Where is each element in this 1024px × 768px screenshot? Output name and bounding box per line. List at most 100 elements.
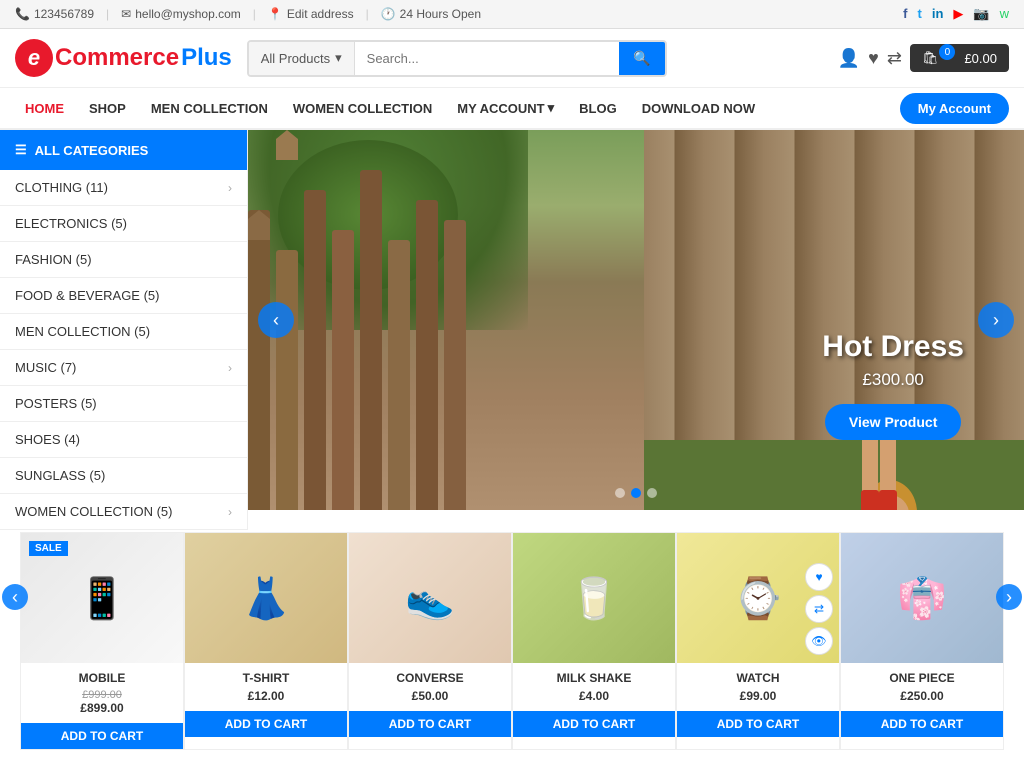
chevron-down-icon: ▾	[335, 50, 342, 66]
product-image-tshirt: 👗	[185, 533, 347, 663]
search-category-dropdown[interactable]: All Products ▾	[249, 42, 355, 75]
cart-button[interactable]: 🛍 0 £0.00	[910, 44, 1009, 72]
nav-men-collection[interactable]: MEN COLLECTION	[141, 89, 278, 128]
hero-dot-2[interactable]	[631, 488, 641, 498]
sale-badge: SALE	[29, 541, 68, 556]
hero-view-product-button[interactable]: View Product	[825, 404, 961, 440]
facebook-link[interactable]: f	[903, 6, 907, 22]
products-prev-button[interactable]: ‹	[2, 584, 28, 610]
nav-download-now[interactable]: DOWNLOAD NOW	[632, 89, 765, 128]
sidebar-header: ☰ ALL CATEGORIES	[0, 130, 247, 170]
main-content: ☰ ALL CATEGORIES CLOTHING (11) › ELECTRO…	[0, 130, 1024, 530]
product-info-converse: CONVERSE £50.00	[349, 663, 511, 711]
linkedin-link[interactable]: in	[932, 6, 944, 22]
nav-women-collection[interactable]: WOMEN COLLECTION	[283, 89, 442, 128]
dropdown-icon: ▾	[548, 100, 555, 116]
product-card-mobile[interactable]: SALE 📱 MOBILE £999.00 £899.00 ADD TO CAR…	[20, 532, 184, 750]
cart-bag-icon: 🛍	[922, 50, 939, 66]
product-image-milkshake: 🥛	[513, 533, 675, 663]
email-info: ✉ hello@myshop.com	[121, 7, 241, 21]
top-bar-left: 📞 123456789 | ✉ hello@myshop.com | 📍 Edi…	[15, 7, 481, 21]
add-to-cart-converse[interactable]: ADD TO CART	[349, 711, 511, 737]
hours-info: 🕐 24 Hours Open	[381, 7, 481, 21]
cart-amount: £0.00	[964, 51, 997, 66]
email-icon: ✉	[121, 7, 131, 21]
main-nav: HOME SHOP MEN COLLECTION WOMEN COLLECTIO…	[0, 88, 1024, 130]
sidebar-item-food-beverage[interactable]: FOOD & BEVERAGE (5)	[0, 278, 247, 314]
search-button[interactable]: 🔍	[619, 42, 664, 75]
product-name-milkshake: MILK SHAKE	[521, 671, 667, 685]
add-to-cart-watch[interactable]: ADD TO CART	[677, 711, 839, 737]
hero-next-button[interactable]: ›	[978, 302, 1014, 338]
product-info-watch: WATCH £99.00	[677, 663, 839, 711]
add-to-cart-milkshake[interactable]: ADD TO CART	[513, 711, 675, 737]
social-links: f t in ▶ 📷 w	[903, 6, 1009, 22]
sidebar-item-posters[interactable]: POSTERS (5)	[0, 386, 247, 422]
address-link[interactable]: Edit address	[287, 7, 354, 21]
quickview-btn-watch[interactable]: 👁	[805, 627, 833, 655]
sidebar-item-fashion[interactable]: FASHION (5)	[0, 242, 247, 278]
sidebar-item-men-collection[interactable]: MEN COLLECTION (5)	[0, 314, 247, 350]
sidebar-item-sunglass[interactable]: SUNGLASS (5)	[0, 458, 247, 494]
product-card-milkshake[interactable]: 🥛 MILK SHAKE £4.00 ADD TO CART	[512, 532, 676, 750]
product-name-onepiece: ONE PIECE	[849, 671, 995, 685]
chevron-right-icon-music: ›	[228, 361, 232, 375]
hero-slider: Hot Dress £300.00 View Product ‹ ›	[248, 130, 1024, 510]
hero-price: £300.00	[822, 370, 964, 390]
product-price-watch: £99.00	[685, 689, 831, 703]
product-card-watch[interactable]: ⌚ ♥ ⇄ 👁 WATCH £99.00 ADD TO CART	[676, 532, 840, 750]
whatsapp-link[interactable]: w	[1000, 6, 1009, 22]
nav-my-account[interactable]: MY ACCOUNT ▾	[447, 88, 564, 128]
twitter-link[interactable]: t	[918, 6, 922, 22]
add-to-cart-mobile[interactable]: ADD TO CART	[21, 723, 183, 749]
product-price-milkshake: £4.00	[521, 689, 667, 703]
hero-dots	[615, 488, 657, 498]
search-bar: All Products ▾ 🔍	[247, 40, 667, 77]
product-card-tshirt[interactable]: 👗 T-SHIRT £12.00 ADD TO CART	[184, 532, 348, 750]
sidebar-item-women-collection[interactable]: WOMEN COLLECTION (5) ›	[0, 494, 247, 530]
sidebar-item-electronics[interactable]: ELECTRONICS (5)	[0, 206, 247, 242]
products-section: ‹ SALE 📱 MOBILE £999.00 £899.00 ADD TO C…	[0, 532, 1024, 750]
instagram-link[interactable]: 📷	[973, 6, 989, 22]
account-icon[interactable]: 👤	[838, 48, 860, 69]
sidebar: ☰ ALL CATEGORIES CLOTHING (11) › ELECTRO…	[0, 130, 248, 530]
add-to-cart-onepiece[interactable]: ADD TO CART	[841, 711, 1003, 737]
product-info-mobile: MOBILE £999.00 £899.00	[21, 663, 183, 723]
compare-btn-watch[interactable]: ⇄	[805, 595, 833, 623]
phone-info: 📞 123456789	[15, 7, 94, 21]
products-next-button[interactable]: ›	[996, 584, 1022, 610]
email-link[interactable]: hello@myshop.com	[135, 7, 241, 21]
search-input[interactable]	[355, 42, 620, 75]
nav-account-button[interactable]: My Account	[900, 93, 1009, 124]
product-price-old-mobile: £999.00	[29, 689, 175, 701]
top-bar: 📞 123456789 | ✉ hello@myshop.com | 📍 Edi…	[0, 0, 1024, 29]
clock-icon: 🕐	[381, 7, 396, 21]
nav-home[interactable]: HOME	[15, 89, 74, 128]
product-card-converse[interactable]: 👟 CONVERSE £50.00 ADD TO CART	[348, 532, 512, 750]
compare-icon[interactable]: ⇄	[887, 48, 902, 69]
product-name-converse: CONVERSE	[357, 671, 503, 685]
sidebar-item-clothing[interactable]: CLOTHING (11) ›	[0, 170, 247, 206]
product-image-converse: 👟	[349, 533, 511, 663]
youtube-link[interactable]: ▶	[953, 6, 963, 22]
hours-text: 24 Hours Open	[400, 7, 481, 21]
nav-shop[interactable]: SHOP	[79, 89, 136, 128]
header: e Commerce Plus All Products ▾ 🔍 👤 ♥ ⇄ 🛍…	[0, 29, 1024, 88]
products-row: SALE 📱 MOBILE £999.00 £899.00 ADD TO CAR…	[20, 532, 1004, 750]
sidebar-item-music[interactable]: MUSIC (7) ›	[0, 350, 247, 386]
sidebar-item-shoes[interactable]: SHOES (4)	[0, 422, 247, 458]
cart-badge: 0	[939, 44, 955, 60]
hero-prev-button[interactable]: ‹	[258, 302, 294, 338]
hero-dot-1[interactable]	[615, 488, 625, 498]
logo[interactable]: e Commerce Plus	[15, 39, 232, 77]
hero-dot-3[interactable]	[647, 488, 657, 498]
product-card-onepiece[interactable]: 👘 ONE PIECE £250.00 ADD TO CART	[840, 532, 1004, 750]
nav-blog[interactable]: BLOG	[569, 89, 627, 128]
phone-number: 123456789	[34, 7, 94, 21]
product-price-tshirt: £12.00	[193, 689, 339, 703]
add-to-cart-tshirt[interactable]: ADD TO CART	[185, 711, 347, 737]
location-icon: 📍	[268, 7, 283, 21]
wishlist-btn-watch[interactable]: ♥	[805, 563, 833, 591]
wishlist-icon[interactable]: ♥	[868, 48, 879, 69]
sidebar-title: ALL CATEGORIES	[35, 143, 149, 158]
